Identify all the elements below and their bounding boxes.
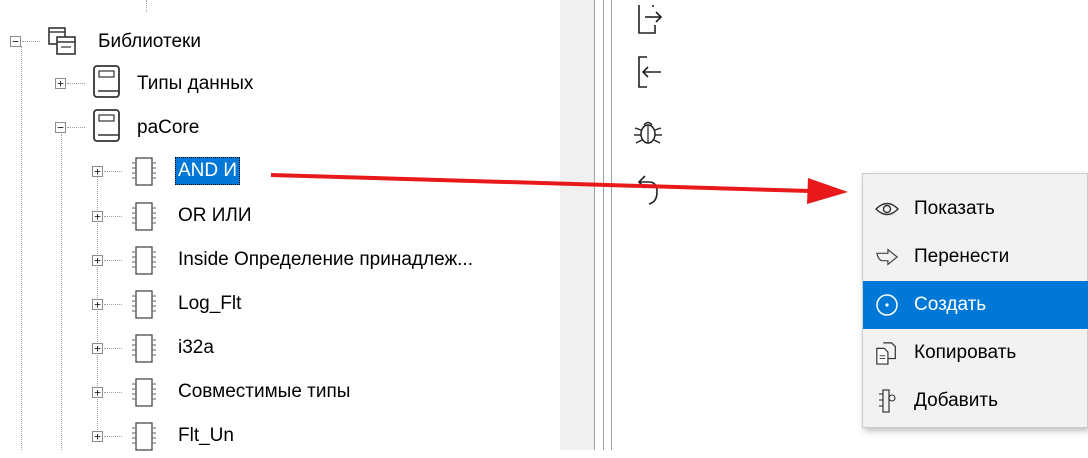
tree-connector (104, 392, 122, 394)
tree-connector (61, 134, 63, 450)
tree-item-label[interactable]: Log_Flt (175, 290, 244, 318)
panel-splitter[interactable] (560, 0, 594, 450)
move-arrow-icon (875, 245, 899, 269)
tree-expander-item[interactable]: + (92, 431, 103, 442)
book-icon (90, 108, 124, 149)
tree-connector (67, 83, 85, 85)
tree-connector (146, 0, 148, 12)
libraries-folder-icon (48, 27, 80, 62)
tree-connector (22, 41, 40, 43)
menu-item-show[interactable]: Показать (863, 185, 1088, 233)
tree-library-label[interactable]: paCore (134, 114, 202, 142)
chip-icon (130, 245, 158, 282)
tree-item-label[interactable]: OR ИЛИ (175, 202, 255, 230)
divider (603, 0, 604, 450)
chip-icon (130, 201, 158, 238)
eye-icon (875, 197, 899, 221)
tree-item-label[interactable]: Flt_Un (175, 422, 237, 450)
tree-expander-library[interactable]: − (55, 122, 66, 133)
add-component-icon (875, 389, 899, 413)
tree-expander-item[interactable]: + (92, 343, 103, 354)
chip-icon (130, 156, 158, 193)
tree-expander-item[interactable]: + (92, 211, 103, 222)
tree-expander-item[interactable]: + (92, 299, 103, 310)
menu-item-add[interactable]: Добавить (863, 377, 1088, 425)
chip-icon (130, 333, 158, 370)
tree-item-label[interactable]: i32a (175, 334, 217, 362)
copy-icon (875, 341, 899, 365)
tree-connector (21, 46, 23, 450)
menu-item-label: Копировать (914, 342, 1017, 363)
tree-connector (67, 127, 85, 129)
menu-item-label: Создать (914, 294, 987, 315)
menu-item-label: Перенести (914, 246, 1010, 267)
tree-expander-item[interactable]: + (92, 255, 103, 266)
create-circle-icon (875, 293, 899, 317)
library-tree: − Библиотеки + Типы данных − paCore + AN… (0, 0, 560, 451)
chip-icon (130, 421, 158, 458)
tree-expander-root[interactable]: − (10, 36, 21, 47)
chip-icon (130, 377, 158, 414)
tree-connector (104, 348, 122, 350)
tree-library-label[interactable]: Типы данных (134, 70, 256, 98)
debug-bug-icon (634, 121, 662, 144)
tree-root-label[interactable]: Библиотеки (95, 28, 204, 56)
tree-connector (104, 436, 122, 438)
tree-item-label[interactable]: Совместимые типы (175, 378, 353, 406)
tree-item-label-selected[interactable]: AND И (175, 157, 241, 185)
menu-item-copy[interactable]: Копировать (863, 329, 1088, 377)
tree-connector (104, 216, 122, 218)
export-button[interactable] (626, 0, 670, 40)
menu-item-label: Добавить (914, 390, 998, 411)
menu-item-label: Показать (914, 198, 995, 219)
debug-button[interactable] (626, 112, 670, 152)
tree-expander-item[interactable]: + (92, 387, 103, 398)
undo-icon (637, 175, 658, 205)
tree-connector (104, 171, 122, 173)
tree-item-label[interactable]: Inside Определение принадлеж... (175, 246, 476, 274)
tree-expander-library[interactable]: + (55, 78, 66, 89)
chip-icon (130, 289, 158, 326)
export-icon (638, 5, 663, 34)
tree-connector (104, 304, 122, 306)
import-icon (638, 56, 661, 88)
vertical-toolbar (612, 0, 684, 450)
menu-item-move[interactable]: Перенести (863, 233, 1088, 281)
import-button[interactable] (626, 52, 670, 92)
tree-expander-item[interactable]: + (92, 166, 103, 177)
tree-connector (104, 260, 122, 262)
context-menu: Показать Перенести Создать Копировать До… (862, 173, 1088, 428)
undo-button[interactable] (626, 170, 670, 210)
divider (594, 0, 595, 450)
book-icon (90, 64, 124, 105)
menu-item-create[interactable]: Создать (863, 281, 1088, 329)
